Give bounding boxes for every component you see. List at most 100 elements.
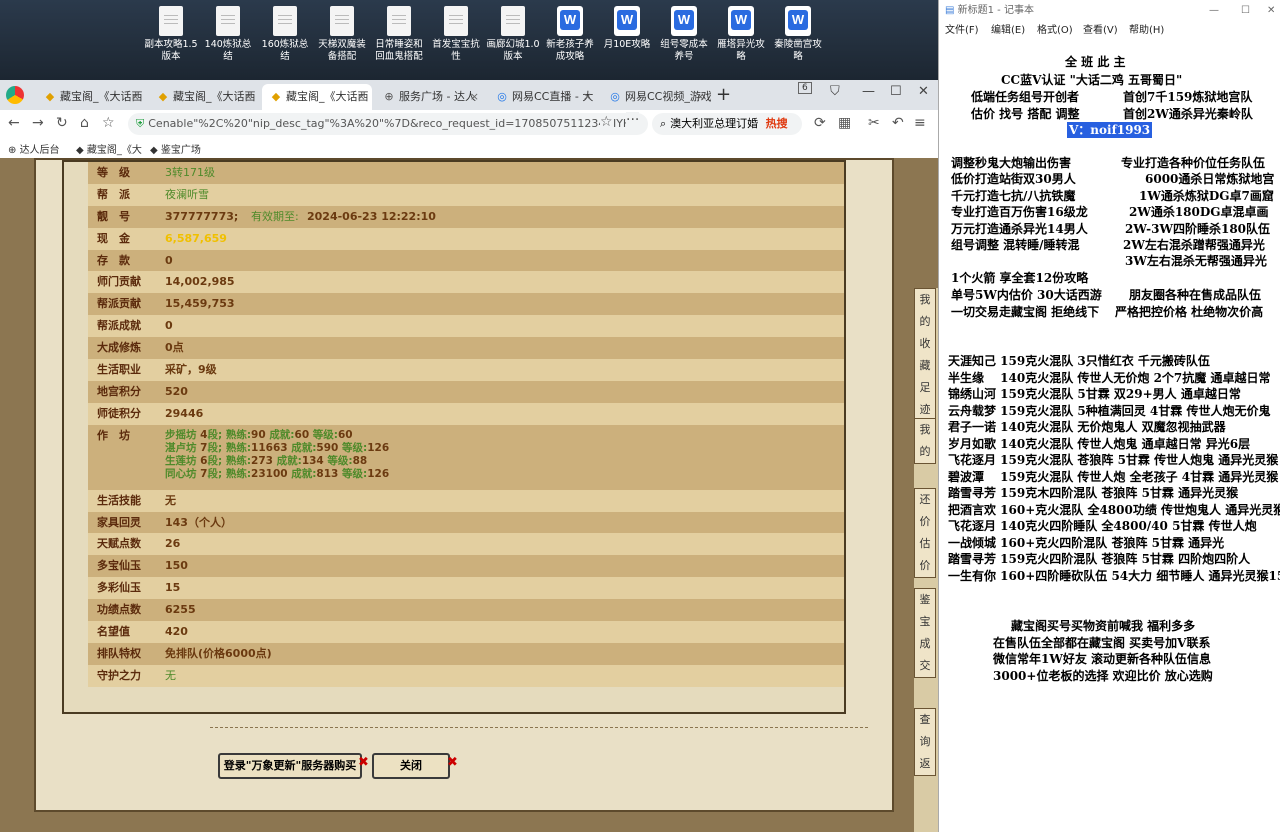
- grid-icon[interactable]: ▦: [838, 115, 851, 131]
- text-line: 单号5W内估价 30大话西游: [951, 288, 1102, 302]
- browser-tab[interactable]: ◎ 网易CC直播 - 大 ×: [488, 84, 598, 110]
- tab-close-icon[interactable]: ×: [357, 84, 366, 110]
- menu-item[interactable]: 帮助(H): [1129, 22, 1164, 40]
- scissors-icon[interactable]: ✂: [868, 115, 880, 131]
- table-row: 师门贡献 14,002,985: [88, 271, 844, 294]
- menu-icon[interactable]: ≡: [914, 115, 926, 131]
- desktop-file-icon[interactable]: W 新老孩子养成攻略: [542, 6, 598, 63]
- desktop-file-icon[interactable]: 画廊幻城1.0版本: [485, 6, 541, 63]
- browser-tab[interactable]: ◎ 网易CC视频_游戏 ×: [601, 84, 711, 110]
- desktop-file-icon[interactable]: 天梯双魔装备搭配: [314, 6, 370, 63]
- side-tab-char: 交: [919, 659, 931, 672]
- close-x-icon[interactable]: ✖: [358, 755, 369, 770]
- desktop-file-icon[interactable]: 副本攻略1.5版本: [143, 6, 199, 63]
- login-server-buy-button[interactable]: 登录"万象更新"服务器购买: [218, 753, 362, 779]
- row-label: 名望值: [97, 625, 130, 639]
- row-value: 采矿，9级: [165, 363, 217, 377]
- bookmark-item[interactable]: ⊕ 达人后台: [8, 141, 60, 156]
- tab-close-icon[interactable]: ×: [696, 84, 705, 110]
- side-tab[interactable]: 鉴宝成交: [914, 588, 936, 678]
- workshop-line: 生莲坊 6段; 熟练:273 成就:134 等级:88: [165, 455, 389, 468]
- minimize-icon[interactable]: —: [862, 84, 875, 99]
- minimize-icon[interactable]: —: [1209, 0, 1219, 22]
- workshop-text: 等级:: [342, 441, 368, 454]
- text-line: 千元打造七抗/八抗铁魔: [951, 188, 1076, 203]
- menu-item[interactable]: 编辑(E): [991, 22, 1025, 40]
- side-tab[interactable]: 我的: [914, 418, 936, 464]
- shirt-icon[interactable]: ⛉: [830, 84, 840, 99]
- workshop-line: 步摇坊 4段; 熟练:90 成就:60 等级:60: [165, 429, 389, 442]
- more-icon[interactable]: ···: [626, 112, 640, 128]
- workshop-text: 段;: [207, 467, 223, 480]
- desktop-file-icon[interactable]: W 月10E攻略: [599, 6, 655, 51]
- tab-close-icon[interactable]: ×: [470, 84, 479, 110]
- browser-logo-icon[interactable]: [6, 86, 24, 104]
- workshop-text: 等级:: [327, 454, 353, 467]
- workshop-text: 生莲坊: [165, 454, 197, 467]
- back-icon[interactable]: ←: [8, 115, 20, 131]
- row-value: 143（个人）: [165, 515, 232, 529]
- browser-tab[interactable]: ◆ 藏宝阁_《大话西 ×: [262, 84, 372, 110]
- desktop-file-icon[interactable]: W 雁塔异光攻略: [713, 6, 769, 63]
- browser-tab[interactable]: ⊕ 服务广场 - 达人 ×: [375, 84, 485, 110]
- tab-close-icon[interactable]: ×: [244, 84, 253, 110]
- forward-icon[interactable]: →: [32, 115, 44, 131]
- desktop-file-icon[interactable]: W 秦陵凿宫攻略: [770, 6, 826, 63]
- workshop-text: 同心坊: [165, 467, 197, 480]
- home-icon[interactable]: ⌂: [80, 115, 89, 131]
- undo-icon[interactable]: ↶: [892, 115, 904, 131]
- tab-count-badge[interactable]: 6: [798, 82, 812, 94]
- bookmark-item[interactable]: ◆ 鉴宝广场: [150, 141, 201, 156]
- workshop-text: 段;: [207, 441, 223, 454]
- close-x-icon[interactable]: ✖: [447, 755, 458, 770]
- close-button[interactable]: 关闭: [372, 753, 450, 779]
- desktop-file-icon[interactable]: 首发宝宝抗性: [428, 6, 484, 63]
- row-label: 功绩点数: [97, 603, 141, 617]
- refresh-icon[interactable]: ⟳: [814, 115, 826, 131]
- row-label: 作 坊: [97, 428, 130, 442]
- notepad-title: 新标题1 - 记事本: [957, 5, 1034, 16]
- star-icon[interactable]: ☆: [600, 114, 613, 130]
- close-window-icon[interactable]: ✕: [918, 84, 929, 99]
- tab-close-icon[interactable]: ×: [583, 84, 592, 110]
- close-window-icon[interactable]: ✕: [1267, 0, 1275, 22]
- desktop-file-icon[interactable]: 160炼狱总结: [257, 6, 313, 63]
- side-tab[interactable]: 还价估价: [914, 488, 936, 578]
- side-tab[interactable]: 我的收藏足迹: [914, 288, 936, 422]
- bookmark-star-icon[interactable]: ☆: [102, 115, 115, 131]
- bookmark-item[interactable]: ◆ 藏宝阁_《大: [76, 141, 142, 156]
- text-line: 严格把控价格 杜绝物次价高: [1115, 305, 1264, 319]
- desktop-file-label: 画廊幻城1.0版本: [486, 39, 540, 62]
- side-tab-char: 我: [919, 423, 931, 436]
- browser-tab[interactable]: ◆ 藏宝阁_《大话西 ×: [36, 84, 146, 110]
- workshop-number: 813: [316, 467, 339, 480]
- desktop-file-icon[interactable]: 140炼狱总结: [200, 6, 256, 63]
- desktop-file-label: 日常睡姿和回血鬼搭配: [375, 39, 423, 62]
- desktop-file-label: 雁塔异光攻略: [717, 39, 765, 62]
- desktop-file-label: 秦陵凿宫攻略: [774, 39, 822, 62]
- address-bar[interactable]: ⛨ Cenable"%2C%20"nip_desc_tag"%3A%20"%7D&…: [128, 113, 648, 135]
- workshop-number: 590: [316, 441, 339, 454]
- maximize-icon[interactable]: ☐: [1241, 0, 1250, 22]
- workshop-number: 126: [367, 441, 390, 454]
- row-label: 等 级: [97, 166, 130, 179]
- side-tab[interactable]: 查询返: [914, 708, 936, 776]
- cc-icon: ◎: [610, 90, 620, 103]
- text-document-icon: [216, 6, 240, 36]
- row-label: 存 款: [97, 253, 130, 267]
- new-tab-button[interactable]: +: [716, 84, 731, 105]
- desktop-file-icon[interactable]: 日常睡姿和回血鬼搭配: [371, 6, 427, 63]
- globe-icon: ⊕: [384, 90, 394, 103]
- menu-item[interactable]: 格式(O): [1037, 22, 1073, 40]
- team-line: 半生缘 140克火混队 传世人无价炮 2个7抗魔 通卓越日常: [948, 370, 1271, 385]
- maximize-icon[interactable]: ☐: [890, 84, 902, 99]
- workshop-line: 同心坊 7段; 熟练:23100 成就:813 等级:126: [165, 468, 389, 481]
- menu-item[interactable]: 文件(F): [945, 22, 979, 40]
- menu-item[interactable]: 查看(V): [1083, 22, 1118, 40]
- footer-line: 微信常年1W好友 滚动更新各种队伍信息: [993, 652, 1212, 666]
- reload-icon[interactable]: ↻: [56, 115, 68, 131]
- browser-tab[interactable]: ◆ 藏宝阁_《大话西 ×: [149, 84, 259, 110]
- search-box[interactable]: ⌕ 澳大利亚总理订婚 热搜: [652, 113, 802, 135]
- tab-close-icon[interactable]: ×: [131, 84, 140, 110]
- desktop-file-icon[interactable]: W 组号零成本养号: [656, 6, 712, 63]
